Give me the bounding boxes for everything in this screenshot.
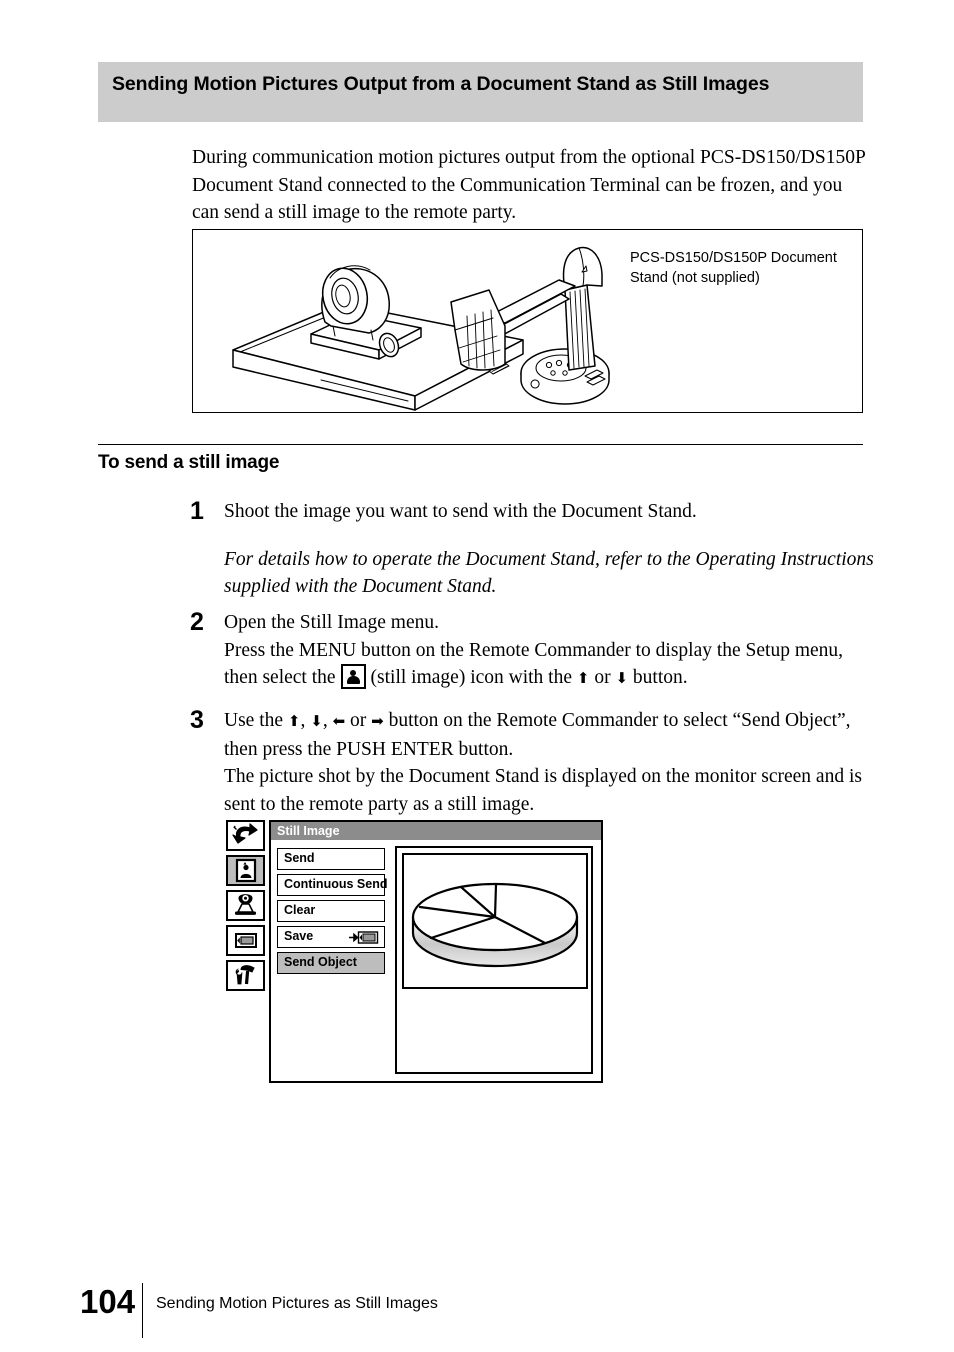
section-header-band: Sending Motion Pictures Output from a Do… bbox=[98, 62, 863, 122]
step-3-line-1: Use the ⬆, ⬇, ⬅ or ➡ button on the Remot… bbox=[224, 710, 851, 760]
osd-menu-item-label: Continuous Send bbox=[284, 877, 388, 891]
memory-card-icon bbox=[235, 933, 257, 948]
arrow-left-icon: ⬅ bbox=[332, 712, 346, 730]
osd-menu-item-send[interactable]: Send bbox=[277, 848, 385, 870]
camera-icon bbox=[235, 894, 256, 915]
step-2-body: Open the Still Image menu. Press the MEN… bbox=[224, 609, 875, 693]
osd-menu-item-label: Send bbox=[284, 851, 315, 865]
osd-menu-item-send-object[interactable]: Send Object bbox=[277, 952, 385, 974]
person-body-shape bbox=[346, 676, 360, 684]
osd-preview-image-frame bbox=[402, 853, 588, 989]
document-page: Sending Motion Pictures Output from a Do… bbox=[0, 0, 954, 1352]
osd-menu-mockup: Still Image Send Continuous Send Clear S… bbox=[226, 820, 603, 1085]
still-image-icon bbox=[340, 664, 366, 689]
osd-preview-pane bbox=[395, 846, 593, 1074]
arrow-up-icon: ⬆ bbox=[576, 669, 590, 687]
osd-menu-item-save[interactable]: Save bbox=[277, 926, 385, 948]
osd-sidebar-item-memory-card[interactable] bbox=[226, 925, 265, 956]
osd-sidebar-item-back[interactable] bbox=[226, 820, 265, 851]
osd-sidebar-item-tools[interactable] bbox=[226, 960, 265, 991]
step-2-number: 2 bbox=[190, 608, 204, 636]
step-3-body: Use the ⬆, ⬇, ⬅ or ➡ button on the Remot… bbox=[224, 707, 875, 818]
arrow-up-icon: ⬆ bbox=[287, 712, 301, 730]
step-2-or: or bbox=[594, 667, 611, 688]
footer-title: Sending Motion Pictures as Still Images bbox=[156, 1295, 438, 1312]
step-2: 2 Open the Still Image menu. Press the M… bbox=[190, 609, 875, 693]
step-2-text-part-3: button. bbox=[632, 667, 688, 688]
footer-divider bbox=[142, 1283, 143, 1338]
osd-menu-item-continuous-send[interactable]: Continuous Send bbox=[277, 874, 388, 896]
step-2-line-2: Press the MENU button on the Remote Comm… bbox=[224, 637, 875, 693]
step-1-body: Shoot the image you want to send with th… bbox=[224, 498, 875, 601]
intro-paragraph: During communication motion pictures out… bbox=[192, 147, 866, 223]
osd-menu-item-label: Save bbox=[284, 929, 314, 943]
osd-sidebar-item-camera[interactable] bbox=[226, 890, 265, 921]
step-3-text-part-1: Use the bbox=[224, 710, 284, 731]
step-1-line-2: For details how to operate the Document … bbox=[224, 548, 874, 598]
arrow-down-icon: ⬇ bbox=[310, 712, 323, 730]
step-1-number: 1 bbox=[190, 497, 204, 525]
step-3: 3 Use the ⬆, ⬇, ⬅ or ➡ button on the Rem… bbox=[190, 707, 875, 818]
figure-box: PCS-DS150/DS150P Document Stand (not sup… bbox=[192, 229, 863, 413]
subsection-divider bbox=[98, 444, 863, 445]
osd-sidebar-item-still-image[interactable] bbox=[226, 855, 265, 886]
page-number: 104 bbox=[80, 1283, 136, 1320]
back-arrow-icon bbox=[232, 823, 258, 844]
figure-caption: PCS-DS150/DS150P Document Stand (not sup… bbox=[630, 250, 837, 286]
osd-menu-item-label: Send Object bbox=[284, 955, 357, 969]
osd-menu-item-label: Clear bbox=[284, 903, 316, 917]
osd-menu-list: Send Continuous Send Clear Save Send Obj… bbox=[277, 848, 388, 978]
subsection-title: To send a still image bbox=[98, 452, 280, 473]
osd-menu-item-clear[interactable]: Clear bbox=[277, 900, 385, 922]
step-1: 1 Shoot the image you want to send with … bbox=[190, 498, 875, 601]
still-image-icon bbox=[235, 858, 257, 883]
step-1-line-1: Shoot the image you want to send with th… bbox=[224, 501, 697, 522]
step-3-number: 3 bbox=[190, 706, 204, 734]
osd-panel: Still Image Send Continuous Send Clear S… bbox=[269, 820, 603, 1083]
osd-title: Still Image bbox=[271, 822, 601, 840]
step-2-line-1: Open the Still Image menu. bbox=[224, 612, 439, 633]
arrow-right-icon: ➡ bbox=[371, 712, 384, 730]
osd-sidebar-iconbar bbox=[226, 820, 265, 995]
arrow-to-memory-card-icon bbox=[349, 931, 379, 944]
pie-chart-preview bbox=[411, 882, 579, 968]
step-2-text-part-2: (still image) icon with the bbox=[370, 667, 573, 688]
arrow-down-icon: ⬇ bbox=[615, 669, 629, 687]
step-3-line-2: The picture shot by the Document Stand i… bbox=[224, 766, 862, 815]
tools-icon bbox=[235, 965, 255, 985]
section-heading: Sending Motion Pictures Output from a Do… bbox=[112, 73, 770, 95]
